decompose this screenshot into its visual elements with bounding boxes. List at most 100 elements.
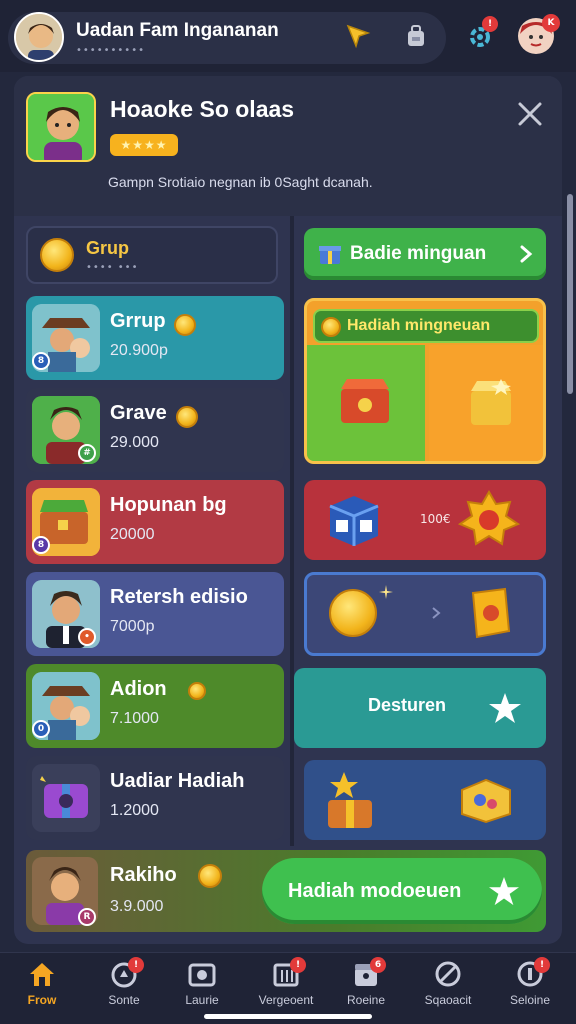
row-value: 1.2000	[110, 802, 159, 819]
featured-value: 3.9.000	[110, 898, 164, 915]
coin-icon	[40, 238, 74, 272]
list-item[interactable]: 8 Hopunan bg 20000	[26, 480, 284, 564]
row-name: Uadiar Hadiah	[110, 770, 245, 792]
top-bar: Uadan Fam Ingananan •••••••••• ! K	[0, 0, 576, 72]
rank-badge: •	[78, 628, 96, 646]
weekly-reward-label: Badie minguan	[350, 243, 487, 264]
nav-search-label: Sqaoacit	[424, 993, 472, 1007]
list-item[interactable]: # Grave 29.000	[26, 388, 284, 472]
trophy-chest-icon	[328, 772, 372, 828]
nav-score-label: Sonte	[108, 993, 140, 1007]
nav-badge: !	[534, 957, 550, 973]
column-divider	[290, 216, 294, 846]
reward-amount: 100€	[420, 512, 451, 526]
list-item[interactable]: • Retersh edisio 7000p	[26, 572, 284, 656]
close-icon	[518, 102, 542, 126]
star-icon	[489, 876, 519, 906]
camera-icon	[186, 959, 218, 989]
star-rating: ★★★★	[110, 134, 178, 156]
featured-row[interactable]: R Rakiho 3.9.000 Hadiah modoeuen	[26, 850, 546, 932]
row-name: Adion	[110, 678, 167, 700]
rank-badge: 8	[32, 352, 50, 370]
gift-box-thumb	[32, 764, 100, 832]
notification-badge: !	[482, 16, 498, 32]
rank-badge: R	[78, 908, 96, 926]
score-icon: !	[108, 957, 144, 989]
nav-events-label: Vergeoent	[258, 993, 314, 1007]
home-icon	[26, 959, 58, 989]
coin-icon	[321, 317, 341, 337]
claim-reward-button[interactable]: Hadiah modoeuen	[262, 858, 542, 924]
nav-events[interactable]: ! Vergeoent	[250, 957, 322, 1013]
row-name: Retersh edisio	[110, 586, 248, 608]
user-avatar[interactable]	[14, 12, 64, 62]
nav-badge: !	[290, 957, 306, 973]
star-icon	[489, 693, 521, 723]
nav-badge: !	[128, 957, 144, 973]
cursor-icon[interactable]	[336, 14, 380, 58]
row-value: 7.1000	[110, 710, 159, 727]
coin-icon	[198, 864, 222, 888]
sparkle-icon	[379, 585, 393, 599]
settings-icon[interactable]: !	[458, 14, 502, 58]
claim-reward-label: Hadiah modoeuen	[288, 880, 462, 902]
group-header[interactable]: Grup •••• •••	[26, 226, 278, 284]
nav-home[interactable]: Frow	[6, 959, 78, 1013]
weekly-reward-box[interactable]: Hadiah mingneuan	[304, 298, 546, 464]
panel-header: Hoaoke So olaas ★★★★ Gampn Srotiaio negn…	[14, 76, 562, 216]
row-name: Grrup	[110, 310, 166, 332]
panel-description: Gampn Srotiaio negnan ib 0Saght dcanah.	[108, 174, 373, 190]
reward-panel: Hoaoke So olaas ★★★★ Gampn Srotiaio negn…	[14, 76, 562, 944]
nav-settings[interactable]: ! Seloine	[494, 957, 566, 1013]
character-avatar	[26, 92, 96, 162]
home-indicator[interactable]	[204, 1014, 372, 1019]
weekly-reward-button[interactable]: Badie minguan	[304, 228, 546, 280]
group-sub: •••• •••	[86, 262, 139, 273]
desturen-card[interactable]: Desturen	[294, 668, 546, 748]
gold-card-icon	[471, 587, 511, 639]
nav-score[interactable]: ! Sonte	[88, 957, 160, 1013]
compass-icon	[432, 959, 464, 989]
row-value: 20.900p	[110, 342, 168, 359]
rank-badge: #	[78, 444, 96, 462]
profile-badge: K	[542, 14, 560, 32]
row-name: Hopunan bg	[110, 494, 227, 516]
backpack-icon[interactable]	[394, 14, 438, 58]
gold-badge-icon	[457, 490, 521, 546]
nav-launch-label: Laurie	[185, 993, 219, 1007]
row-name: Grave	[110, 402, 167, 424]
app-title: Uadan Fam Ingananan	[76, 20, 279, 41]
nav-badge: 6	[370, 957, 386, 973]
nav-routine[interactable]: 6 Roeine	[330, 957, 402, 1013]
chevron-right-icon	[432, 607, 441, 619]
gift-icon	[319, 246, 341, 264]
nav-routine-label: Roeine	[346, 993, 386, 1007]
coin-icon	[176, 406, 198, 428]
scrollbar[interactable]	[567, 194, 573, 394]
nav-launch[interactable]: Laurie	[166, 959, 238, 1013]
close-button[interactable]	[512, 96, 548, 132]
coin-icon	[188, 682, 206, 700]
chest-reward-card[interactable]	[304, 760, 546, 840]
coin-icon	[174, 314, 196, 336]
dice-cube-icon	[329, 496, 379, 546]
red-reward-card[interactable]: 100€	[304, 480, 546, 560]
red-chest-icon	[341, 379, 389, 423]
list-item[interactable]: 8 Grrup 20.900p	[26, 296, 284, 380]
rank-badge: 8	[32, 536, 50, 554]
reward-banner: Hadiah mingneuan	[313, 309, 539, 343]
blue-reward-card[interactable]	[304, 572, 546, 656]
profile-avatar-icon[interactable]: K	[514, 14, 560, 58]
list-item[interactable]: Uadiar Hadiah 1.2000	[26, 756, 284, 840]
nav-search[interactable]: Sqaoacit	[412, 959, 484, 1013]
panel-title: Hoaoke So olaas	[110, 96, 295, 122]
app-subtitle: ••••••••••	[76, 45, 145, 56]
coin-icon	[329, 589, 377, 637]
reward-banner-label: Hadiah mingneuan	[347, 317, 491, 334]
row-value: 20000	[110, 526, 155, 543]
featured-name: Rakiho	[110, 864, 177, 886]
info-icon: !	[514, 957, 550, 989]
jewel-chest-icon	[461, 778, 511, 824]
list-item[interactable]: 0 Adion 7.1000	[26, 664, 284, 748]
row-value: 29.000	[110, 434, 159, 451]
